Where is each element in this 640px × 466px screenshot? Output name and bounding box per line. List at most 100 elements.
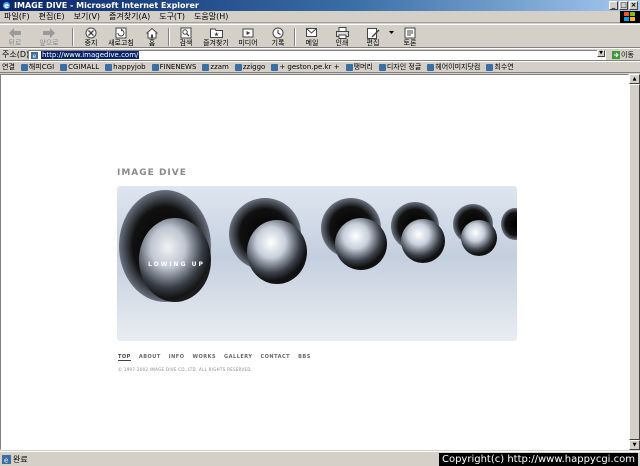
stop-icon bbox=[85, 27, 97, 38]
edit-button[interactable]: 편집 bbox=[362, 26, 384, 48]
link-page-icon bbox=[60, 63, 68, 71]
media-icon bbox=[242, 28, 254, 37]
forward-button[interactable]: 앞으로 bbox=[36, 26, 62, 48]
back-arrow-icon bbox=[9, 27, 21, 38]
back-button[interactable]: 뒤로 bbox=[4, 26, 26, 48]
scroll-down-button[interactable]: ▼ bbox=[629, 440, 640, 450]
ie-icon: e bbox=[3, 2, 10, 10]
link-cgimall[interactable]: CGIMALL bbox=[60, 63, 99, 71]
page-icon: e bbox=[31, 52, 38, 59]
nav-top[interactable]: TOP bbox=[118, 354, 131, 361]
scroll-up-button[interactable]: ▲ bbox=[629, 74, 640, 84]
link-hairimage[interactable]: 헤어이미지닷컴 bbox=[427, 62, 480, 72]
links-bar: 연결 해피CGI CGIMALL happyjob FINENEWS zzam … bbox=[0, 61, 640, 73]
maximize-button[interactable]: □ bbox=[619, 1, 628, 10]
chevron-down-icon bbox=[388, 31, 394, 34]
stop-label: 중지 bbox=[84, 39, 98, 47]
stop-button[interactable]: 중지 bbox=[80, 26, 102, 48]
refresh-icon bbox=[115, 27, 127, 38]
close-button[interactable]: × bbox=[629, 1, 638, 10]
site-logo-title: IMAGE DIVE bbox=[117, 168, 187, 178]
status-done: e 완료 bbox=[2, 455, 28, 464]
menu-view[interactable]: 보기(V) bbox=[74, 11, 100, 22]
edit-dropdown-button[interactable] bbox=[388, 26, 394, 48]
link-geston[interactable]: + geston.pe.kr + bbox=[271, 63, 340, 71]
address-dropdown-button[interactable]: ▼ bbox=[597, 50, 605, 57]
copyright-text: © 1997-2002 IMAGE DIVE CO.,LTD. ALL RIGH… bbox=[118, 367, 253, 372]
address-label: 주소(D) bbox=[2, 50, 30, 59]
link-page-icon bbox=[105, 63, 113, 71]
hero-image: LOWING UP bbox=[117, 186, 517, 341]
links-label: 연결 bbox=[2, 63, 15, 71]
print-button[interactable]: 인쇄 bbox=[332, 26, 352, 48]
history-button[interactable]: 기록 bbox=[268, 26, 288, 48]
nav-gallery[interactable]: GALLERY bbox=[224, 354, 252, 361]
standard-toolbar: 뒤로 앞으로 중지 새로고침 홈 검색 즐겨찾기 미디어 기록 메일 인쇄 편집… bbox=[0, 24, 640, 48]
home-button[interactable]: 홈 bbox=[142, 26, 162, 48]
refresh-label: 새로고침 bbox=[108, 39, 134, 47]
link-ddaengmeori[interactable]: 땡머리 bbox=[345, 62, 373, 72]
link-page-icon bbox=[20, 63, 28, 71]
link-finenews[interactable]: FINENEWS bbox=[151, 63, 196, 71]
svg-text:e: e bbox=[4, 2, 9, 10]
history-icon bbox=[272, 27, 284, 38]
nav-about[interactable]: ABOUT bbox=[139, 354, 161, 361]
menu-favorites[interactable]: 즐겨찾기(A) bbox=[109, 11, 150, 22]
link-happycgi[interactable]: 해피CGI bbox=[20, 62, 54, 72]
nav-info[interactable]: INFO bbox=[169, 354, 185, 361]
media-button[interactable]: 미디어 bbox=[236, 26, 260, 48]
link-happyjob[interactable]: happyjob bbox=[105, 63, 146, 71]
page-viewport: IMAGE DIVE LOWING UP TOP ABOUT INFO WORK… bbox=[0, 74, 629, 450]
link-page-icon bbox=[486, 63, 494, 71]
link-page-icon bbox=[427, 63, 435, 71]
menu-bar: 파일(F) 편집(E) 보기(V) 즐겨찾기(A) 도구(T) 도움말(H) bbox=[0, 11, 640, 23]
address-input[interactable]: e http://www.imagedive.com/ bbox=[28, 50, 606, 60]
windows-logo bbox=[620, 11, 640, 23]
title-bar: e IMAGE DIVE - Microsoft Internet Explor… bbox=[0, 0, 640, 11]
search-label: 검색 bbox=[179, 39, 193, 47]
browser-window: e IMAGE DIVE - Microsoft Internet Explor… bbox=[0, 0, 640, 466]
link-design-jungle[interactable]: 디자인 정글 bbox=[378, 62, 421, 72]
forward-label: 앞으로 bbox=[39, 39, 59, 47]
svg-text:e: e bbox=[4, 457, 8, 465]
status-bar: e 완료 Copyright(c) http://www.happycgi.co… bbox=[0, 451, 640, 466]
scroll-thumb[interactable] bbox=[629, 84, 640, 440]
print-label: 인쇄 bbox=[335, 39, 349, 47]
menu-edit[interactable]: 편집(E) bbox=[39, 11, 65, 22]
favorites-folder-icon bbox=[209, 28, 223, 38]
search-button[interactable]: 검색 bbox=[176, 26, 196, 48]
link-choisuyeon[interactable]: 최수연 bbox=[486, 62, 514, 72]
copyright-watermark: Copyright(c) http://www.happycgi.com bbox=[438, 453, 638, 466]
history-label: 기록 bbox=[271, 39, 285, 47]
vertical-scrollbar[interactable]: ▲ ▼ bbox=[629, 74, 640, 450]
home-label: 홈 bbox=[148, 39, 156, 47]
link-page-icon bbox=[202, 63, 210, 71]
link-page-icon bbox=[151, 63, 159, 71]
menu-tools[interactable]: 도구(T) bbox=[159, 11, 185, 22]
media-label: 미디어 bbox=[238, 39, 258, 47]
back-label: 뒤로 bbox=[8, 39, 22, 47]
link-zzam[interactable]: zzam bbox=[202, 63, 229, 71]
mail-button[interactable]: 메일 bbox=[302, 26, 322, 48]
go-label: 이동 bbox=[621, 51, 634, 59]
svg-text:e: e bbox=[33, 53, 37, 59]
discuss-button[interactable]: 토론 bbox=[400, 26, 420, 48]
link-page-icon bbox=[234, 63, 242, 71]
menu-file[interactable]: 파일(F) bbox=[4, 11, 30, 22]
menu-help[interactable]: 도움말(H) bbox=[194, 11, 228, 22]
address-bar: 주소(D) e http://www.imagedive.com/ ▼ 이동 bbox=[0, 48, 640, 61]
nav-works[interactable]: WORKS bbox=[192, 354, 216, 361]
go-arrow-icon bbox=[612, 51, 620, 59]
favorites-label: 즐겨찾기 bbox=[203, 39, 229, 47]
mail-icon bbox=[305, 28, 317, 37]
link-zziggo[interactable]: zziggo bbox=[234, 63, 265, 71]
nav-bbs[interactable]: BBS bbox=[298, 354, 311, 361]
minimize-button[interactable]: _ bbox=[609, 1, 618, 10]
favorites-button[interactable]: 즐겨찾기 bbox=[200, 26, 232, 48]
edit-pencil-icon bbox=[366, 27, 379, 39]
nav-contact[interactable]: CONTACT bbox=[261, 354, 291, 361]
refresh-button[interactable]: 새로고침 bbox=[106, 26, 136, 48]
go-button[interactable]: 이동 bbox=[612, 50, 634, 60]
forward-arrow-icon bbox=[43, 27, 55, 38]
page-done-icon: e bbox=[2, 455, 11, 464]
